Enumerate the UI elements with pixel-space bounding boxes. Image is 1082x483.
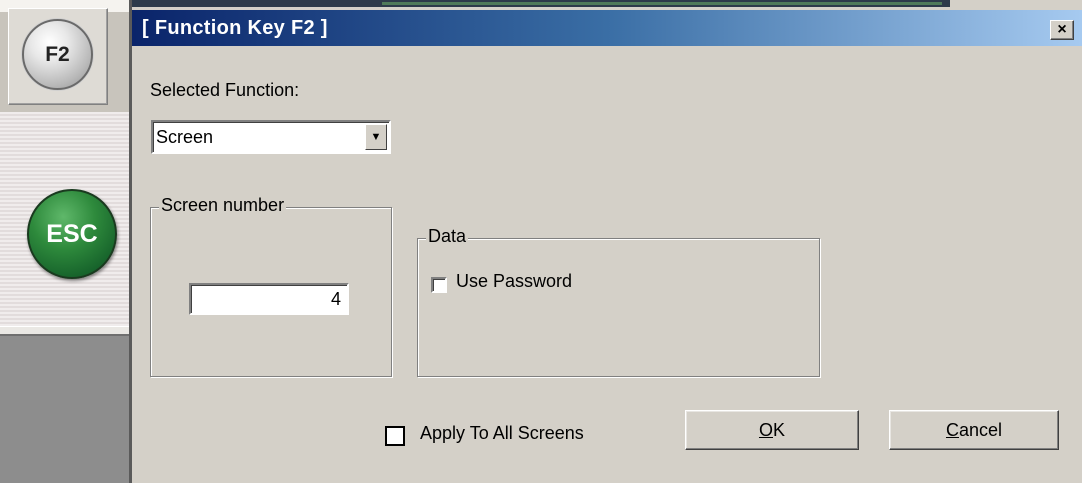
ok-mnemonic: O xyxy=(758,419,773,440)
sidebar-gray-panel xyxy=(0,336,131,483)
screen-number-group-title: Screen number xyxy=(159,195,287,216)
data-group-title: Data xyxy=(426,226,469,247)
dialog-title: [ Function Key F2 ] xyxy=(142,17,328,39)
dropdown-arrow-button[interactable]: ▼ xyxy=(365,124,387,150)
sidebar-divider xyxy=(0,326,131,336)
apply-to-all-screens-checkbox[interactable] xyxy=(385,426,405,446)
apply-to-all-screens-label[interactable]: Apply To All Screens xyxy=(420,423,584,444)
screen-number-input[interactable]: 4 xyxy=(189,283,349,315)
data-group: Data Use Password xyxy=(417,226,820,377)
ok-label-rest: K xyxy=(773,419,786,440)
use-password-label[interactable]: Use Password xyxy=(456,271,572,292)
function-select-value: Screen xyxy=(156,127,214,147)
close-icon: × xyxy=(1057,21,1067,38)
function-key-dialog: [ Function Key F2 ] × Selected Function:… xyxy=(132,10,1082,483)
screen-number-group: Screen number 4 xyxy=(150,195,392,377)
background-window-strip xyxy=(132,0,950,7)
function-select[interactable]: Screen ▼ xyxy=(151,120,391,154)
selected-function-label: Selected Function: xyxy=(150,80,300,100)
dialog-titlebar[interactable]: [ Function Key F2 ] × xyxy=(132,10,1082,46)
esc-button[interactable]: ESC xyxy=(27,189,117,279)
ok-button[interactable]: OK xyxy=(685,410,859,450)
cancel-button[interactable]: Cancel xyxy=(889,410,1059,450)
cancel-mnemonic: C xyxy=(945,419,959,440)
use-password-checkbox[interactable] xyxy=(431,277,447,293)
left-sidebar: F2 ESC xyxy=(0,0,132,483)
close-button[interactable]: × xyxy=(1050,20,1074,40)
chevron-down-icon: ▼ xyxy=(370,131,382,143)
cancel-label-rest: ancel xyxy=(958,419,1003,440)
f2-button[interactable]: F2 xyxy=(22,19,93,90)
